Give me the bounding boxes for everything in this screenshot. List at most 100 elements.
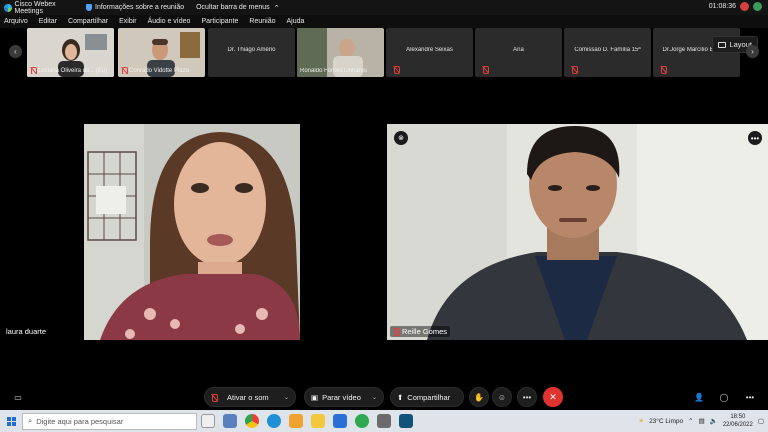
- speaker-icon[interactable]: 🔈: [710, 417, 718, 425]
- spotify-icon[interactable]: [355, 414, 369, 428]
- video-tile-1[interactable]: ⊗ ••• Reille Gomes: [387, 124, 768, 340]
- network-icon[interactable]: ▤: [699, 417, 705, 425]
- firefox-icon[interactable]: [289, 414, 303, 428]
- chevron-down-icon[interactable]: ⌄: [284, 394, 289, 401]
- thumbnail-5[interactable]: Ana: [475, 28, 562, 77]
- menu-reuniao[interactable]: Reunião: [249, 18, 275, 25]
- video-tile-name: Reille Gomes: [390, 326, 451, 337]
- close-icon: ✕: [549, 391, 557, 402]
- thumbnail-name: Luciana Oliveira da... (Eu): [30, 67, 112, 74]
- more-options-icon: •••: [522, 392, 532, 402]
- more-options-icon[interactable]: •••: [748, 131, 762, 145]
- app-title: Cisco Webex Meetings: [0, 1, 82, 15]
- meeting-timer: 01:08:36: [708, 3, 736, 10]
- mic-off-icon: [482, 66, 489, 74]
- thumbnail-3[interactable]: Ronaldo Fontes Linhares: [297, 28, 384, 77]
- notifications-icon[interactable]: ▢: [758, 417, 764, 425]
- captions-icon: ▭: [14, 392, 22, 402]
- task-view-icon[interactable]: [201, 414, 215, 428]
- thumbnail-6[interactable]: Comissão D. Família 15ª: [564, 28, 651, 77]
- webex-logo-icon: [4, 3, 12, 12]
- menu-ajuda[interactable]: Ajuda: [286, 18, 304, 25]
- more-options-icon: •••: [745, 392, 755, 402]
- menu-editar[interactable]: Editar: [39, 18, 57, 25]
- thumbnail-name: Ronaldo Fontes Linhares: [300, 68, 368, 74]
- taskbar: ⌕ Digite aqui para pesquisar ☀ 23°C Limp…: [0, 410, 768, 432]
- stop-video-button[interactable]: ▣ Parar vídeo ⌄: [304, 387, 384, 407]
- thumbnail-4[interactable]: Alexandre Seixas: [386, 28, 473, 77]
- share-button[interactable]: ⬆ Compartilhar: [390, 387, 464, 407]
- meeting-info-button[interactable]: Informações sobre a reunião: [86, 4, 184, 11]
- layout-grid-icon: [718, 41, 727, 48]
- mic-off-icon: [393, 328, 400, 336]
- chevron-up-icon[interactable]: ⌃: [688, 417, 693, 425]
- end-call-button[interactable]: ✕: [543, 387, 563, 407]
- recording-icon[interactable]: [740, 2, 749, 11]
- thumbnail-0[interactable]: Luciana Oliveira da... (Eu): [27, 28, 114, 77]
- windows-icon: [6, 416, 16, 426]
- shield-icon: [86, 4, 92, 11]
- store-icon[interactable]: [333, 414, 347, 428]
- raise-hand-button[interactable]: ✋: [469, 387, 489, 407]
- edge-icon[interactable]: [267, 414, 281, 428]
- more-button[interactable]: •••: [517, 387, 537, 407]
- search-icon: ⌕: [28, 416, 33, 425]
- chevron-down-icon[interactable]: ⌄: [372, 394, 377, 401]
- chrome-icon[interactable]: [245, 414, 259, 428]
- participants-button[interactable]: 👤: [689, 387, 709, 407]
- unmute-button[interactable]: Ativar o som ⌄: [204, 387, 296, 407]
- settings-icon[interactable]: [223, 414, 237, 428]
- thumbnail-1[interactable]: Conrado Vidotte Plaza: [118, 28, 205, 77]
- strip-next-button[interactable]: ›: [746, 45, 759, 58]
- thumbnail-name: Alexandre Seixas: [406, 47, 453, 53]
- video-tile-1-video: [387, 124, 768, 340]
- thumbnail-name: Conrado Vidotte Plaza: [121, 67, 203, 74]
- app-icon[interactable]: [377, 414, 391, 428]
- pin-icon[interactable]: ⊗: [394, 131, 408, 145]
- share-icon: ⬆: [397, 392, 404, 402]
- strip-prev-button[interactable]: ‹: [9, 45, 22, 58]
- system-tray: ☀ 23°C Limpo ⌃ ▤ 🔈 18:50 22/06/2022 ▢: [638, 410, 764, 432]
- captions-button[interactable]: ▭: [8, 387, 28, 407]
- thumbnail-name: Dr. Thiago Amério: [227, 47, 276, 53]
- chevron-left-icon: ‹: [14, 47, 17, 56]
- thumbnail-name: Comissão D. Família 15ª: [574, 47, 641, 53]
- smiley-icon: ☺: [497, 392, 507, 402]
- mic-off-icon: [211, 393, 218, 402]
- menu-participante[interactable]: Participante: [201, 18, 238, 25]
- hide-menu-button[interactable]: Ocultar barra de menus ⌃: [196, 4, 279, 12]
- start-button[interactable]: [0, 410, 22, 432]
- hand-icon: ✋: [474, 392, 484, 402]
- weather-text[interactable]: 23°C Limpo: [649, 418, 683, 425]
- menu-exibir[interactable]: Exibir: [119, 18, 137, 25]
- title-bar-status: 01:08:36: [709, 2, 762, 11]
- mic-off-icon: [660, 66, 667, 74]
- mic-off-icon: [393, 66, 400, 74]
- chevron-up-icon: ⌃: [273, 4, 280, 12]
- thumbnail-2[interactable]: Dr. Thiago Amério: [208, 28, 295, 77]
- video-tile-0-video: [0, 124, 383, 340]
- taskbar-search[interactable]: ⌕ Digite aqui para pesquisar: [22, 412, 197, 430]
- mic-off-icon: [571, 66, 578, 74]
- menu-arquivo[interactable]: Arquivo: [4, 18, 28, 25]
- reactions-button[interactable]: ☺: [492, 387, 512, 407]
- chat-button[interactable]: ◯: [714, 387, 734, 407]
- menu-compartilhar[interactable]: Compartilhar: [68, 18, 108, 25]
- clock[interactable]: 18:50 22/06/2022: [723, 413, 753, 429]
- chevron-right-icon: ›: [751, 47, 754, 56]
- menu-bar: Arquivo Editar Compartilhar Exibir Áudio…: [0, 15, 768, 28]
- meeting-controls: ▭ Ativar o som ⌄ ▣ Parar vídeo ⌄ ⬆ Compa…: [0, 384, 768, 409]
- title-bar: Cisco Webex Meetings Informações sobre a…: [0, 0, 768, 15]
- chat-icon: ◯: [719, 392, 729, 402]
- mic-off-icon: [30, 67, 37, 74]
- more-panels-button[interactable]: •••: [740, 387, 760, 407]
- connection-icon[interactable]: [753, 2, 762, 11]
- video-tile-0[interactable]: laura duarte: [0, 124, 383, 340]
- webex-icon[interactable]: [399, 414, 413, 428]
- weather-icon: ☀: [638, 418, 645, 425]
- file-explorer-icon[interactable]: [311, 414, 325, 428]
- video-tile-name: laura duarte: [3, 326, 50, 337]
- participants-icon: 👤: [694, 392, 704, 402]
- menu-audio-video[interactable]: Áudio e vídeo: [148, 18, 191, 25]
- camera-icon: ▣: [311, 392, 319, 402]
